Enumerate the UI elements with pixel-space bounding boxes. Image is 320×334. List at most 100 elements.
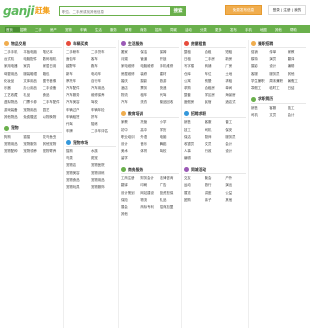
nav-item[interactable]: 二手 — [35, 27, 50, 32]
category-link[interactable]: 日结 — [288, 86, 306, 91]
category-link[interactable]: 暑假工 — [288, 79, 306, 84]
category-link[interactable]: 普工 — [225, 120, 246, 125]
category-link[interactable]: 短租 — [225, 50, 246, 55]
category-link[interactable]: 展会 — [121, 205, 140, 210]
category-link[interactable]: 学历 — [160, 128, 179, 133]
category-link[interactable]: 写字楼 — [184, 64, 205, 69]
nav-item[interactable]: 分类 — [200, 27, 215, 32]
category-link[interactable]: 车辆过户 — [66, 108, 91, 113]
category-link[interactable]: 二手手机 — [4, 50, 23, 55]
category-link[interactable]: 二手车评估 — [91, 129, 116, 134]
category-link[interactable]: 二手货车 — [91, 50, 116, 55]
category-link[interactable]: 其他 — [225, 198, 246, 203]
category-link[interactable]: 花鸟鱼虫 — [43, 135, 62, 140]
category-link[interactable]: 学生兼职 — [251, 79, 269, 84]
category-link[interactable]: 猫猫 — [23, 135, 42, 140]
nav-item[interactable]: 同城 — [170, 27, 185, 32]
category-link[interactable]: 家电维修 — [121, 64, 140, 69]
nav-item[interactable]: 生活 — [95, 27, 110, 32]
category-link[interactable]: 工艺收藏 — [4, 93, 23, 98]
category-link[interactable]: 亲子 — [205, 198, 226, 203]
category-link[interactable]: 宠物食品 — [66, 178, 91, 183]
category-link[interactable]: 宠物服饰 — [91, 185, 116, 190]
category-link[interactable]: 代驾 — [160, 93, 179, 98]
category-link[interactable]: 园艺 — [43, 108, 62, 113]
category-link[interactable]: 临时工 — [269, 86, 287, 91]
category-link[interactable]: 驾校 — [91, 100, 116, 105]
category-link[interactable]: 寒假工 — [251, 86, 269, 91]
category-link[interactable]: 旅行 — [205, 183, 226, 188]
category-link[interactable]: 图书音像 — [43, 79, 62, 84]
category-link[interactable]: 礼品 — [23, 93, 42, 98]
category-link[interactable]: 招商加盟 — [160, 205, 179, 210]
category-link[interactable]: 数码相机 — [43, 57, 62, 62]
category-link[interactable]: 驾校 — [160, 149, 179, 154]
category-link[interactable]: 仓库 — [184, 72, 205, 77]
category-link[interactable]: 维修保养 — [91, 93, 116, 98]
category-link[interactable]: 整套 — [184, 93, 205, 98]
category-link[interactable]: 洗衣 — [140, 100, 159, 105]
category-link[interactable]: 设计 — [121, 142, 140, 147]
category-link[interactable]: 印刷 — [140, 183, 159, 188]
category-link[interactable]: 公益 — [225, 191, 246, 196]
category-link[interactable]: 广告 — [160, 183, 179, 188]
category-link[interactable]: 传单 — [269, 50, 287, 55]
category-link[interactable]: 翻译 — [121, 183, 140, 188]
category-link[interactable]: 学区房 — [205, 93, 226, 98]
category-link[interactable]: 编辑 — [288, 64, 306, 69]
category-link[interactable]: 宠物服务 — [23, 142, 42, 147]
category-link[interactable]: 团购 — [184, 198, 205, 203]
category-link[interactable]: 厂房 — [225, 64, 246, 69]
category-link[interactable]: 求租 — [225, 79, 246, 84]
category-link[interactable]: 装修 — [140, 72, 159, 77]
category-link[interactable]: 笔记本 — [43, 50, 62, 55]
section-title[interactable]: 招聘求职 — [191, 111, 206, 117]
category-link[interactable]: 爬宠 — [91, 156, 116, 161]
nav-item[interactable]: 车辆 — [80, 27, 95, 32]
category-link[interactable]: 其他 — [288, 72, 306, 77]
section-title[interactable]: 车辆买卖 — [73, 41, 88, 47]
category-link[interactable]: 工商注册 — [121, 176, 140, 181]
category-link[interactable]: 文员 — [269, 113, 287, 118]
category-link[interactable]: 汽车服务 — [66, 93, 91, 98]
category-link[interactable]: 免费赠送 — [23, 115, 42, 120]
category-link[interactable]: 虚拟物品 — [4, 100, 23, 105]
nav-item[interactable]: 其他 — [275, 27, 290, 32]
category-link[interactable]: 美术 — [121, 149, 140, 154]
section-title[interactable]: 房屋租售 — [191, 41, 206, 47]
category-link[interactable]: 服务员 — [225, 135, 246, 140]
category-link[interactable]: 其他 — [121, 212, 140, 217]
category-link[interactable]: 合租 — [205, 50, 226, 55]
category-link[interactable]: 服装鞋帽 — [23, 72, 42, 77]
category-link[interactable]: 废品回收 — [160, 100, 179, 105]
category-link[interactable]: 保姆 — [160, 50, 179, 55]
category-link[interactable]: 物流 — [121, 93, 140, 98]
category-link[interactable]: 办公用品 — [23, 86, 42, 91]
category-link[interactable]: 体育 — [140, 149, 159, 154]
category-link[interactable]: 摄影 — [251, 64, 269, 69]
category-link[interactable]: 开锁 — [160, 57, 179, 62]
category-link[interactable]: 销售 — [251, 106, 269, 111]
category-link[interactable]: 周末兼职 — [269, 79, 287, 84]
category-link[interactable]: 舞蹈 — [160, 142, 179, 147]
category-link[interactable]: 海景房 — [225, 93, 246, 98]
category-link[interactable]: 宠物玩具 — [66, 185, 91, 190]
category-link[interactable]: 讲座 — [205, 191, 226, 196]
nav-item[interactable]: 教育 — [125, 27, 140, 32]
category-link[interactable]: 快递 — [160, 86, 179, 91]
category-link[interactable]: 翻译 — [288, 57, 306, 62]
category-link[interactable]: 人事 — [184, 149, 205, 154]
category-link[interactable]: 运动 — [184, 183, 205, 188]
category-link[interactable]: 外语 — [140, 135, 159, 140]
category-link[interactable]: 商标专利 — [140, 205, 159, 210]
category-link[interactable]: 其他物品 — [4, 115, 23, 120]
category-link[interactable]: 水族 — [91, 149, 116, 154]
category-link[interactable]: 会计 — [288, 113, 306, 118]
category-link[interactable]: 以物换物 — [43, 115, 62, 120]
category-link[interactable]: 宠物用品 — [4, 142, 23, 147]
category-link[interactable]: 狗狗 — [4, 135, 23, 140]
category-link[interactable]: 新车 — [66, 72, 91, 77]
category-link[interactable]: 礼品 — [160, 198, 179, 203]
category-link[interactable]: 宠物用品 — [91, 178, 116, 183]
category-link[interactable]: 客服 — [205, 120, 226, 125]
